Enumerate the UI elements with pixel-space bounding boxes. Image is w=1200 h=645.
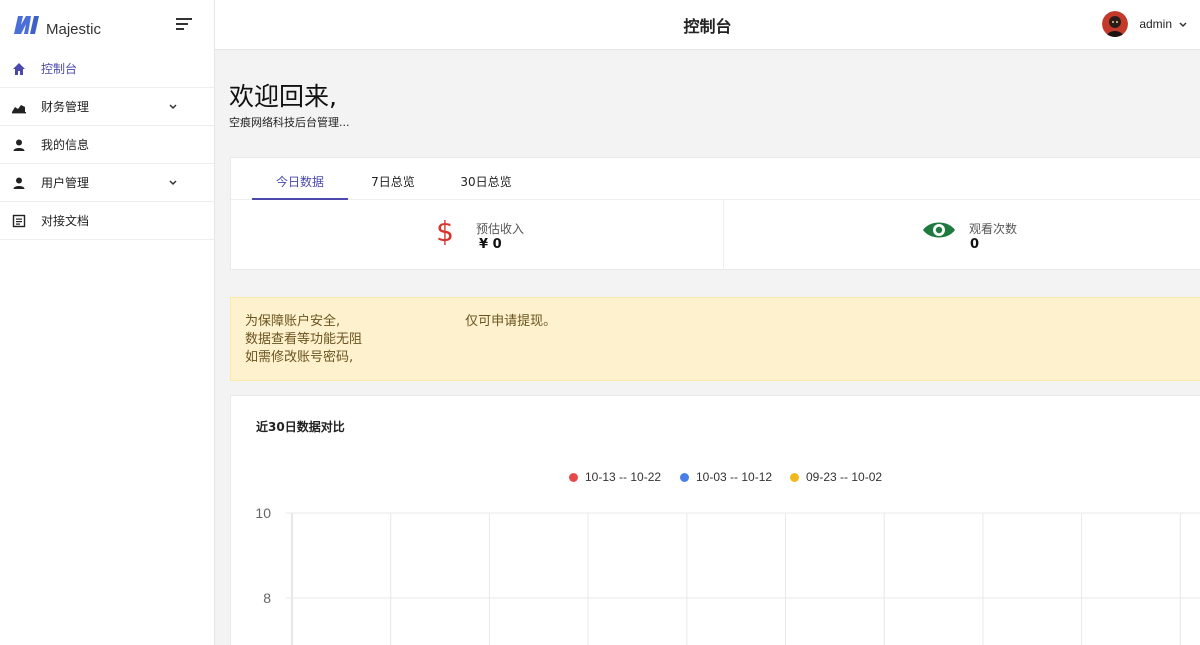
sidebar-toggle-icon[interactable] [176,16,194,32]
line-chart: 10 8 [255,505,1200,645]
main-content: 欢迎回来, 空痕网络科技后台管理... 今日数据 7日总览 30日总览 $ 预估… [215,51,1200,645]
alert-line: 为保障账户安全, 仅可申请提现。 [245,313,1195,331]
sidebar-item-docs[interactable]: 对接文档 [0,202,214,240]
y-tick-label: 8 [263,590,271,606]
stats-tabs: 今日数据 7日总览 30日总览 [231,158,1200,200]
user-icon [12,138,26,152]
alert-text: 为保障账户安全, [245,314,341,329]
document-icon [12,214,26,228]
avatar[interactable] [1102,11,1129,37]
chevron-down-icon [168,177,178,187]
security-alert: 为保障账户安全, 仅可申请提现。 数据查看等功能无阻 如需修改账号密码, [230,297,1200,381]
y-tick-label: 10 [255,505,271,521]
sidebar-item-label: 财务管理 [41,100,90,114]
user-name: admin [1139,17,1172,31]
tab-today[interactable]: 今日数据 [252,158,348,200]
stat-label: 观看次数 [969,222,1018,236]
majestic-logo-icon[interactable] [12,14,42,36]
brand-name: Majestic [46,20,102,38]
welcome-subtitle: 空痕网络科技后台管理... [229,116,350,129]
sidebar-item-label: 我的信息 [41,138,90,152]
stats-card: 今日数据 7日总览 30日总览 $ 预估收入 ¥ 0 观看次数 0 [230,157,1200,270]
welcome-title: 欢迎回来, [229,82,337,111]
stat-value: 0 [970,237,980,252]
chevron-down-icon [168,101,178,111]
sidebar-item-user-management[interactable]: 用户管理 [0,164,214,202]
dollar-icon: $ [434,215,456,250]
tab-7-days[interactable]: 7日总览 [348,158,438,200]
stat-view-count: 观看次数 0 [724,200,1200,270]
page-title: 控制台 [683,17,732,36]
chart-card: 近30日数据对比 10-13 -- 10-22 10-03 -- 10-12 0… [230,395,1200,645]
alert-line: 数据查看等功能无阻 [245,332,363,347]
sidebar-item-finance[interactable]: 财务管理 [0,88,214,126]
user-menu[interactable]: admin [1102,11,1188,37]
stat-estimated-income: $ 预估收入 ¥ 0 [231,200,723,270]
brand: Majestic [0,0,214,50]
sidebar-item-label: 对接文档 [41,214,90,228]
home-icon [12,62,26,76]
sidebar-item-label: 用户管理 [41,176,90,190]
stat-label: 预估收入 [476,222,525,236]
user-icon [12,176,26,190]
stat-value: ¥ 0 [479,237,502,252]
sidebar-item-dashboard[interactable]: 控制台 [0,50,214,88]
sidebar: Majestic 控制台 财务管理 我的信息 用户管理 对接文档 [0,0,215,645]
sidebar-item-my-info[interactable]: 我的信息 [0,126,214,164]
eye-icon [922,219,956,245]
chevron-down-icon [1178,15,1188,34]
svg-text:$: $ [436,216,454,246]
alert-line: 如需修改账号密码, [245,350,354,365]
alert-text: 仅可申请提现。 [465,314,557,329]
sidebar-item-label: 控制台 [41,62,78,76]
chart-area-icon [12,100,26,114]
tab-30-days[interactable]: 30日总览 [438,158,534,200]
top-bar: 控制台 admin [215,0,1200,50]
